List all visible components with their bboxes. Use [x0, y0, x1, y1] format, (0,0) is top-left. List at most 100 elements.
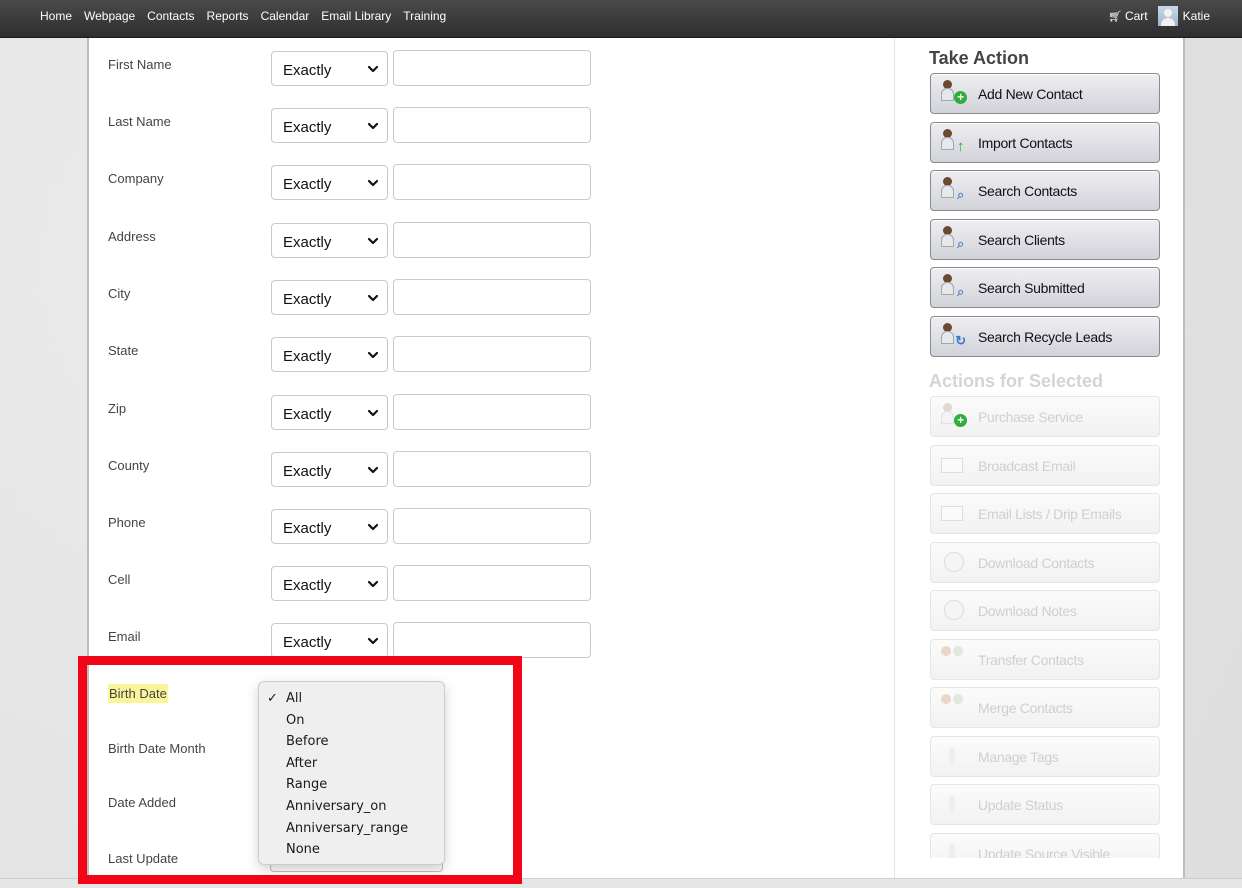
match-type-value: Exactly: [283, 291, 332, 308]
nav-reports[interactable]: Reports: [207, 9, 249, 23]
match-type-select[interactable]: Exactly: [271, 51, 388, 86]
button-label: Email Lists / Drip Emails: [978, 506, 1122, 522]
chevron-down-icon: [367, 179, 379, 187]
purchase-service-button[interactable]: + Purchase Service: [930, 396, 1160, 437]
match-type-select[interactable]: Exactly: [271, 165, 388, 200]
match-type-value: Exactly: [283, 463, 332, 480]
avatar[interactable]: [1157, 6, 1178, 26]
match-type-select[interactable]: Exactly: [271, 280, 388, 315]
search-value-input[interactable]: [393, 394, 591, 430]
chevron-down-icon: [367, 122, 379, 130]
button-label: Purchase Service: [978, 409, 1083, 425]
chevron-down-icon: [367, 294, 379, 302]
chevron-down-icon: [367, 637, 379, 645]
field-label: Company: [108, 171, 164, 186]
button-label: Broadcast Email: [978, 457, 1076, 474]
download-notes-button[interactable]: Download Notes: [930, 590, 1160, 631]
match-type-value: Exactly: [283, 520, 332, 537]
match-type-value: Exactly: [283, 234, 332, 251]
form-row-cell: Cell Exactly: [108, 565, 598, 612]
match-type-select[interactable]: Exactly: [271, 566, 388, 601]
nav-calendar[interactable]: Calendar: [261, 9, 310, 23]
button-label: Update Source Visible: [978, 845, 1110, 859]
match-type-value: Exactly: [283, 634, 332, 651]
chevron-down-icon: [367, 351, 379, 359]
annotation-highlight-box: [78, 656, 522, 884]
match-type-select[interactable]: Exactly: [271, 623, 388, 658]
cart-link[interactable]: 🛒︎ Cart: [1108, 9, 1148, 23]
update-source-icon: [941, 840, 967, 858]
email-lists-icon: [941, 500, 967, 526]
search-value-input[interactable]: [393, 622, 591, 658]
match-type-select[interactable]: Exactly: [271, 223, 388, 258]
transfer-contacts-button[interactable]: Transfer Contacts: [930, 638, 1160, 680]
field-label: Address: [108, 229, 156, 244]
chevron-down-icon: [367, 466, 379, 474]
update-status-icon: [941, 791, 967, 817]
update-status-button[interactable]: Update Status: [930, 784, 1160, 825]
download-contacts-button[interactable]: Download Contacts: [930, 541, 1160, 583]
match-type-value: Exactly: [283, 176, 332, 193]
form-row-last-name: Last Name Exactly: [108, 107, 598, 154]
download-contacts-icon: [941, 549, 967, 575]
manage-tags-button[interactable]: Manage Tags: [930, 735, 1160, 777]
search-value-input[interactable]: [393, 222, 591, 258]
nav-email-library[interactable]: Email Library: [321, 9, 391, 23]
button-label: Transfer Contacts: [978, 651, 1084, 668]
user-name[interactable]: Katie: [1183, 9, 1210, 23]
broadcast-email-button[interactable]: Broadcast Email: [930, 444, 1160, 486]
nav-home[interactable]: Home: [40, 9, 72, 23]
match-type-select[interactable]: Exactly: [271, 337, 388, 372]
button-label: Merge Contacts: [978, 700, 1073, 716]
field-label: Email: [108, 629, 141, 644]
nav-training[interactable]: Training: [403, 9, 446, 23]
button-label: Update Status: [978, 797, 1063, 813]
search-value-input[interactable]: [393, 50, 591, 86]
merge-contacts-icon: [941, 694, 967, 720]
match-type-value: Exactly: [283, 406, 332, 423]
search-value-input[interactable]: [393, 164, 591, 200]
field-label: City: [108, 286, 131, 301]
match-type-select[interactable]: Exactly: [271, 395, 388, 430]
field-label: Zip: [108, 401, 127, 416]
search-value-input[interactable]: [393, 508, 591, 544]
match-type-select[interactable]: Exactly: [271, 452, 388, 487]
search-value-input[interactable]: [393, 336, 591, 372]
form-row-company: Company Exactly: [108, 164, 598, 211]
merge-contacts-button[interactable]: Merge Contacts: [930, 687, 1160, 728]
match-type-value: Exactly: [283, 119, 332, 136]
cart-label: Cart: [1124, 9, 1148, 23]
actions-selected-clip: + Purchase Service Broadcast Email Email Li…: [895, 38, 1183, 858]
button-label: Download Notes: [978, 603, 1077, 619]
match-type-select[interactable]: Exactly: [271, 509, 388, 544]
search-value-input[interactable]: [393, 451, 591, 487]
chevron-down-icon: [367, 65, 379, 73]
nav-webpage[interactable]: Webpage: [84, 9, 135, 23]
form-row-county: County Exactly: [108, 451, 598, 498]
nav-contacts[interactable]: Contacts: [147, 9, 194, 23]
search-value-input[interactable]: [393, 565, 591, 601]
search-value-input[interactable]: [393, 279, 591, 315]
email-lists-drip-emails-button[interactable]: Email Lists / Drip Emails: [930, 493, 1160, 534]
match-type-value: Exactly: [283, 348, 332, 365]
form-row-city: City Exactly: [108, 279, 598, 326]
chevron-down-icon: [367, 237, 379, 245]
match-type-select[interactable]: Exactly: [271, 108, 388, 143]
manage-tags-icon: [941, 743, 967, 769]
match-type-value: Exactly: [283, 62, 332, 79]
button-label: Manage Tags: [978, 748, 1059, 765]
field-label: County: [108, 458, 150, 473]
update-source-visible-button[interactable]: Update Source Visible: [930, 832, 1160, 859]
broadcast-email-icon: [941, 452, 967, 478]
field-label: Cell: [108, 572, 131, 587]
purchase-service-icon: +: [941, 403, 967, 429]
nav-right: 🛒︎ Cart Katie: [1108, 0, 1210, 32]
field-label: Phone: [108, 515, 146, 530]
chevron-down-icon: [367, 523, 379, 531]
transfer-contacts-icon: [941, 645, 967, 672]
chevron-down-icon: [367, 580, 379, 588]
top-nav-bar: Home Webpage Contacts Reports Calendar E…: [0, 0, 1242, 38]
field-label: State: [108, 343, 139, 358]
match-type-value: Exactly: [283, 577, 332, 594]
search-value-input[interactable]: [393, 107, 591, 143]
